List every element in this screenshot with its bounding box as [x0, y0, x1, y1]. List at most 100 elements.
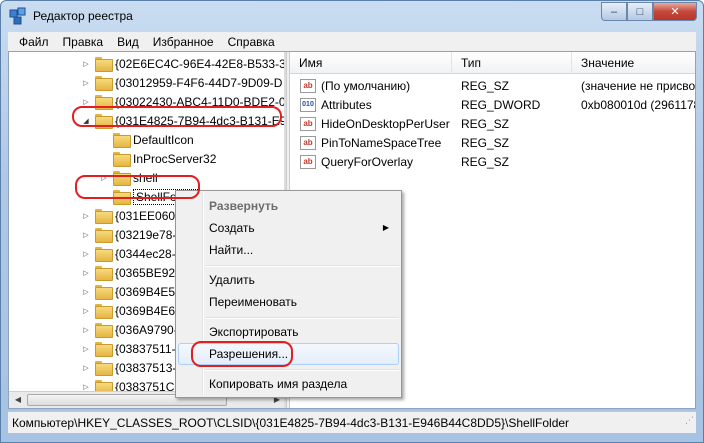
value-row[interactable]: ab HideOnDesktopPerUser REG_SZ — [290, 115, 695, 134]
value-type: REG_SZ — [461, 117, 510, 131]
folder-icon — [113, 133, 131, 148]
expand-arrow-icon[interactable]: ▷ — [81, 363, 91, 373]
highlight-selected-clsid — [72, 106, 282, 127]
scroll-left-icon[interactable]: ◀ — [11, 394, 25, 406]
tree-item[interactable]: ▷ {0365BE92-E — [81, 263, 187, 282]
menu-item-create[interactable]: Создать ▶ — [178, 217, 399, 239]
tree-item[interactable]: ▷ {036A9790-C — [81, 320, 186, 339]
expand-arrow-icon[interactable]: ▷ — [81, 344, 91, 354]
registry-app-icon — [9, 7, 26, 25]
minimize-button[interactable]: – — [601, 2, 627, 21]
string-value-icon: ab — [300, 136, 316, 150]
delete-label: Удалить — [209, 273, 255, 287]
folder-icon — [95, 247, 113, 262]
menu-edit[interactable]: Правка — [56, 35, 111, 49]
menu-item-find[interactable]: Найти... — [178, 239, 399, 261]
menu-favorites[interactable]: Избранное — [146, 35, 221, 49]
menu-separator — [206, 317, 399, 319]
tree-item[interactable]: InProcServer32 — [99, 149, 216, 168]
status-bar: Компьютер\HKEY_CLASSES_ROOT\CLSID\{031E4… — [8, 411, 696, 433]
expand-arrow-icon[interactable]: ▷ — [81, 249, 91, 259]
create-label: Создать — [209, 221, 255, 235]
folder-icon — [95, 323, 113, 338]
expand-arrow-icon[interactable]: ▷ — [81, 230, 91, 240]
expand-arrow-icon[interactable]: ▷ — [81, 268, 91, 278]
find-label: Найти... — [209, 243, 254, 257]
status-path: Компьютер\HKEY_CLASSES_ROOT\CLSID\{031E4… — [12, 416, 570, 430]
menu-separator — [206, 265, 399, 267]
menu-view[interactable]: Вид — [110, 35, 146, 49]
binary-value-icon: 010 — [300, 98, 316, 112]
value-name: PinToNameSpaceTree — [321, 136, 442, 150]
folder-icon — [113, 152, 131, 167]
value-row[interactable]: ab (По умолчанию) REG_SZ (значение не присв… — [290, 77, 695, 96]
maximize-button[interactable]: □ — [627, 2, 653, 21]
expand-arrow-icon[interactable]: ▷ — [81, 211, 91, 221]
value-row[interactable]: ab QueryForOverlay REG_SZ — [290, 153, 695, 172]
folder-icon — [95, 209, 113, 224]
folder-icon — [95, 285, 113, 300]
close-button[interactable]: ✕ — [653, 2, 697, 21]
value-type: REG_DWORD — [461, 98, 541, 112]
menu-bar: Файл Правка Вид Избранное Справка — [8, 32, 696, 51]
tree-item-label: {02E6EC4C-96E4-42E8-B533-3 — [115, 56, 284, 71]
value-name: QueryForOverlay — [321, 155, 414, 169]
tree-item[interactable]: ▷ {03837513-0 — [81, 358, 183, 377]
menu-item-export[interactable]: Экспортировать — [178, 321, 399, 343]
tree-item-label: {0344ec28-5 — [115, 246, 183, 261]
folder-icon — [95, 342, 113, 357]
expand-arrow-icon[interactable]: ▷ — [81, 59, 91, 69]
folder-icon — [95, 57, 113, 72]
column-header-type[interactable]: Тип — [452, 52, 572, 74]
column-header-name[interactable]: Имя — [290, 52, 452, 74]
export-label: Экспортировать — [209, 325, 299, 339]
rename-label: Переименовать — [209, 295, 297, 309]
expand-arrow-icon[interactable]: ▷ — [81, 382, 91, 392]
caption-buttons: – □ ✕ — [601, 2, 697, 22]
tree-item[interactable]: DefaultIcon — [99, 130, 194, 149]
menu-item-copy-key-name[interactable]: Копировать имя раздела — [178, 373, 399, 395]
value-data: 0xb080010d (29611788 — [581, 98, 695, 112]
string-value-icon: ab — [300, 155, 316, 169]
expand-arrow-icon[interactable]: ▷ — [81, 78, 91, 88]
value-row[interactable]: 010 Attributes REG_DWORD 0xb080010d (296117… — [290, 96, 695, 115]
menu-help[interactable]: Справка — [221, 35, 282, 49]
tree-item[interactable]: ▷ {031EE060-6 — [81, 206, 186, 225]
resize-grip-icon[interactable]: ⋰ — [685, 409, 694, 431]
menu-item-expand[interactable]: Развернуть — [178, 195, 399, 217]
string-value-icon: ab — [300, 117, 316, 131]
menu-item-rename[interactable]: Переименовать — [178, 291, 399, 313]
value-data — [581, 115, 695, 134]
folder-icon — [95, 304, 113, 319]
folder-icon — [95, 228, 113, 243]
tree-item[interactable]: ▷ {0344ec28-5 — [81, 244, 182, 263]
tree-item[interactable]: ▷ {03219e78-5 — [81, 225, 183, 244]
expand-arrow-icon[interactable]: ▷ — [81, 97, 91, 107]
value-row[interactable]: ab PinToNameSpaceTree REG_SZ — [290, 134, 695, 153]
tree-item[interactable]: ▷ {03012959-F4F6-44D7-9D09-D — [81, 73, 282, 92]
title-bar: Редактор реестра – □ ✕ — [1, 1, 703, 31]
value-type: REG_SZ — [461, 136, 510, 150]
string-value-icon: ab — [300, 79, 316, 93]
value-data — [581, 134, 695, 153]
value-name: Attributes — [321, 98, 372, 112]
copy-key-name-label: Копировать имя раздела — [209, 377, 348, 391]
tree-item[interactable]: ▷ {0369B4E5-4 — [81, 282, 186, 301]
tree-item[interactable]: ▷ {0369B4E6-4 — [81, 301, 186, 320]
menu-file[interactable]: Файл — [12, 35, 56, 49]
highlight-permissions — [191, 341, 293, 367]
tree-item[interactable]: ▷ {03837511-0 — [81, 339, 182, 358]
folder-icon — [95, 76, 113, 91]
menu-item-delete[interactable]: Удалить — [178, 269, 399, 291]
expand-arrow-icon[interactable]: ▷ — [81, 287, 91, 297]
submenu-arrow-icon: ▶ — [382, 223, 389, 232]
column-header-value[interactable]: Значение — [572, 52, 695, 74]
expand-arrow-icon[interactable]: ▷ — [81, 306, 91, 316]
list-header: Имя Тип Значение — [290, 52, 695, 74]
tree-item[interactable]: ▷ {02E6EC4C-96E4-42E8-B533-3 — [81, 54, 284, 73]
tree-item-label: InProcServer32 — [133, 151, 217, 166]
expand-arrow-icon[interactable]: ▷ — [81, 325, 91, 335]
tree-item-label: {03012959-F4F6-44D7-9D09-D — [115, 75, 283, 90]
